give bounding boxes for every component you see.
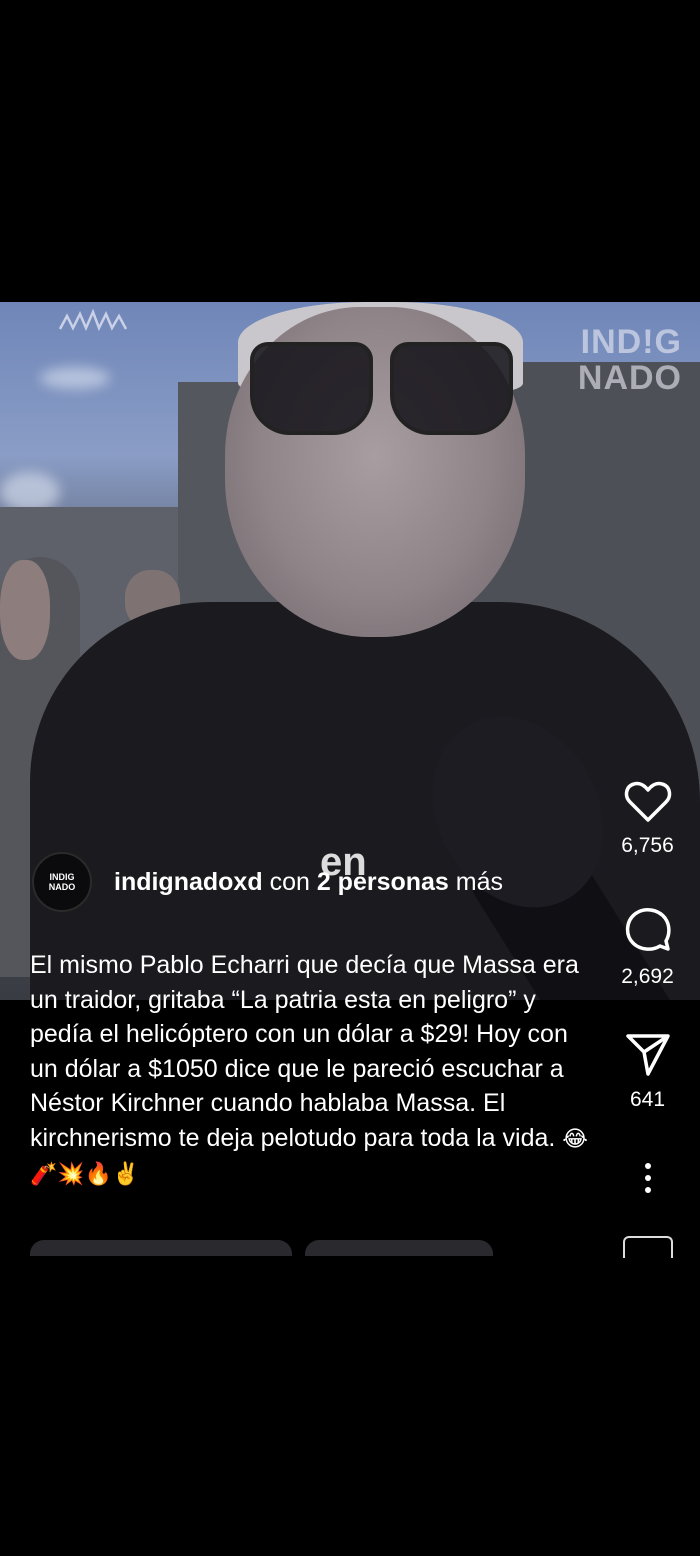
heart-icon — [610, 780, 685, 824]
comment-icon — [610, 905, 685, 955]
share-button[interactable]: 641 — [610, 1032, 685, 1112]
share-count: 641 — [629, 1088, 666, 1111]
like-count: 6,756 — [621, 834, 674, 857]
more-vertical-icon — [610, 1162, 685, 1194]
sun-logo-icon — [55, 304, 135, 341]
author-username[interactable]: indignadoxd — [114, 868, 263, 896]
collab-chip[interactable] — [305, 1240, 493, 1256]
avatar-line1: INDIG — [49, 872, 75, 882]
collaborators-link[interactable]: 2 personas — [317, 868, 449, 896]
sunglasses — [250, 342, 515, 435]
more-options-button[interactable] — [610, 1162, 685, 1194]
author-text: indignadoxd con 2 personas más — [114, 868, 503, 897]
watermark: IND!G NADO — [578, 324, 682, 396]
audio-thumbnail[interactable] — [623, 1236, 673, 1258]
background-person-head — [0, 560, 50, 660]
cloud — [0, 472, 60, 512]
caption-text: El mismo Pablo Echarri que decía que Mas… — [30, 951, 579, 1152]
audio-chip[interactable] — [30, 1240, 292, 1256]
author-more: más — [455, 867, 504, 896]
avatar-line2: NADO — [48, 882, 76, 892]
author-with: con — [269, 867, 310, 896]
watermark-line2: NADO — [577, 359, 682, 397]
comment-button[interactable]: 2,692 — [610, 905, 685, 989]
avatar[interactable]: INDIG NADO — [32, 852, 92, 912]
cloud — [40, 367, 110, 389]
watermark-line1: IND!G — [580, 323, 682, 361]
author-row[interactable]: INDIG NADO indignadoxd con 2 personas má… — [32, 852, 503, 912]
post-caption[interactable]: El mismo Pablo Echarri que decía que Mas… — [30, 948, 595, 1192]
comment-count: 2,692 — [621, 965, 674, 988]
share-icon — [610, 1032, 685, 1078]
like-button[interactable]: 6,756 — [610, 780, 685, 858]
